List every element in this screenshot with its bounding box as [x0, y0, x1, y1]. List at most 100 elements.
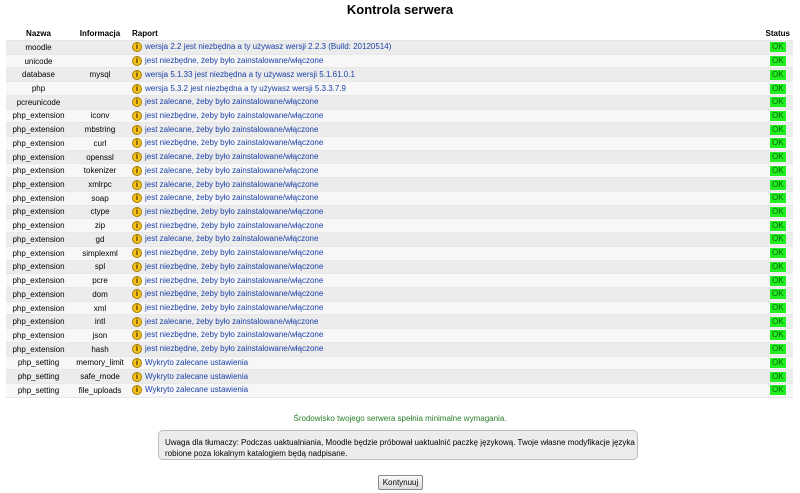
info-warning-icon: i: [132, 110, 142, 121]
row-name: php_setting: [6, 383, 71, 398]
table-row: php_extension xml i jest niezbędne, żeby by…: [6, 301, 793, 316]
row-report-text: jest niezbędne, żeby było zainstalowane/…: [145, 207, 324, 217]
info-warning-icon: i: [132, 385, 142, 396]
row-status: OK: [762, 287, 793, 302]
row-report: i jest niezbędne, żeby było zainstalowane…: [129, 205, 763, 220]
row-info: [71, 81, 129, 96]
row-report: i jest zalecane, żeby było zainstalowane/…: [129, 232, 763, 247]
info-warning-icon: i: [132, 303, 142, 314]
row-name: php_extension: [6, 314, 71, 330]
row-report: i jest niezbędne, żeby było zainstalowane…: [129, 328, 763, 343]
table-row: unicode i jest niezbędne, żeby było zainst…: [6, 54, 793, 69]
row-report-text: wersja 5.3.2 jest niezbędna a ty używasz…: [145, 83, 346, 93]
page-title: Kontrola serwera: [346, 2, 454, 17]
environment-summary: Środowisko twojego serwera spełnia minim…: [293, 414, 507, 423]
info-warning-icon: i: [132, 138, 142, 149]
row-info: tokenizer: [71, 163, 129, 179]
row-name: php_setting: [6, 369, 71, 384]
table-row: php_extension zip i jest niezbędne, żeby by…: [6, 218, 793, 234]
row-info: openssl: [71, 150, 129, 165]
row-status: OK: [762, 205, 793, 220]
row-report-text: jest zalecane, żeby było zainstalowane/w…: [145, 124, 319, 134]
row-status: OK: [762, 109, 793, 124]
row-info: pcre: [71, 273, 129, 288]
table-row: php_extension soap i jest zalecane, żeby by…: [6, 191, 793, 206]
info-warning-icon: i: [132, 371, 142, 382]
row-name: php_extension: [6, 177, 71, 192]
table-row: database mysql i wersja 5.1.33 jest niezbęd…: [6, 67, 793, 83]
row-report-text: jest niezbędne, żeby było zainstalowane/…: [145, 56, 324, 66]
row-name: php_extension: [6, 136, 71, 151]
table-row: php_extension simplexml i jest niezbędne, ż…: [6, 246, 793, 261]
row-name: php_setting: [6, 356, 71, 371]
status-badge: OK: [769, 206, 786, 217]
translator-notice: Uwaga dla tłumaczy: Podczas uaktualniani…: [158, 430, 638, 460]
status-badge: OK: [769, 344, 786, 355]
column-header-info: Informacja: [71, 27, 129, 41]
row-report-text: jest zalecane, żeby było zainstalowane/w…: [145, 165, 319, 175]
row-report-text: jest niezbędne, żeby było zainstalowane/…: [145, 289, 324, 299]
row-report: i jest niezbędne, żeby było zainstalowane…: [129, 260, 763, 275]
row-report: i jest niezbędne, żeby było zainstalowane…: [129, 54, 763, 69]
row-status: OK: [762, 218, 793, 234]
status-badge: OK: [769, 83, 786, 94]
row-status: OK: [762, 122, 793, 138]
row-name: php_extension: [6, 150, 71, 165]
row-report-text: wersja 2.2 jest niezbędna a ty używasz w…: [145, 42, 392, 52]
row-status: OK: [762, 163, 793, 179]
status-badge: OK: [769, 234, 786, 245]
status-badge: OK: [769, 316, 786, 327]
row-status: OK: [762, 40, 793, 55]
row-status: OK: [762, 81, 793, 96]
row-name: php_extension: [6, 218, 71, 234]
info-warning-icon: i: [132, 206, 142, 217]
row-info: mbstring: [71, 122, 129, 138]
row-report-text: jest niezbędne, żeby było zainstalowane/…: [145, 303, 324, 313]
table-row: php_extension xmlrpc i jest zalecane, żeby …: [6, 177, 793, 192]
row-report-text: jest niezbędne, żeby było zainstalowane/…: [145, 261, 324, 271]
row-report: i jest niezbędne, żeby było zainstalowane…: [129, 342, 763, 357]
row-info: xmlrpc: [71, 177, 129, 192]
table-row: php_extension dom i jest niezbędne, żeby by…: [6, 287, 793, 302]
status-badge: OK: [769, 179, 786, 190]
row-info: simplexml: [71, 246, 129, 261]
info-warning-icon: i: [132, 193, 142, 204]
row-report: i Wykryto zalecane ustawienia: [129, 369, 763, 384]
table-row: php_extension iconv i jest niezbędne, żeby …: [6, 109, 793, 124]
info-warning-icon: i: [132, 152, 142, 163]
table-row: php_extension hash i jest niezbędne, żeby b…: [6, 342, 793, 357]
info-warning-icon: i: [132, 124, 142, 135]
status-badge: OK: [769, 42, 786, 53]
row-name: php: [6, 81, 71, 96]
row-info: safe_mode: [71, 369, 129, 384]
row-name: php_extension: [6, 287, 71, 302]
row-report: i jest niezbędne, żeby było zainstalowane…: [129, 246, 763, 261]
row-status: OK: [762, 383, 793, 398]
row-report: i jest zalecane, żeby było zainstalowane/…: [129, 191, 763, 206]
row-report-text: Wykryto zalecane ustawienia: [145, 385, 249, 395]
row-info: soap: [71, 191, 129, 206]
row-status: OK: [762, 177, 793, 192]
row-name: php_extension: [6, 273, 71, 288]
row-status: OK: [762, 136, 793, 151]
row-name: php_extension: [6, 246, 71, 261]
row-report: i wersja 2.2 jest niezbędna a ty używasz …: [129, 40, 763, 55]
row-info: [71, 40, 129, 55]
info-warning-icon: i: [132, 261, 142, 272]
table-row: moodle i wersja 2.2 jest niezbędna a ty uż…: [6, 40, 793, 55]
table-row: php_extension gd i jest zalecane, żeby było…: [6, 232, 793, 247]
row-report: i Wykryto zalecane ustawienia: [129, 356, 763, 371]
info-warning-icon: i: [132, 69, 142, 80]
row-status: OK: [762, 232, 793, 247]
table-row: php i wersja 5.3.2 jest niezbędna a ty uży…: [6, 81, 793, 96]
info-warning-icon: i: [132, 97, 142, 108]
row-name: php_extension: [6, 342, 71, 357]
column-header-report: Raport: [129, 27, 763, 41]
status-badge: OK: [769, 97, 786, 108]
table-row: php_extension tokenizer i jest zalecane, że…: [6, 163, 793, 179]
column-header-name: Nazwa: [6, 27, 71, 41]
continue-button[interactable]: Kontynuuj: [378, 475, 423, 490]
row-info: hash: [71, 342, 129, 357]
row-info: [71, 95, 129, 110]
row-status: OK: [762, 95, 793, 110]
